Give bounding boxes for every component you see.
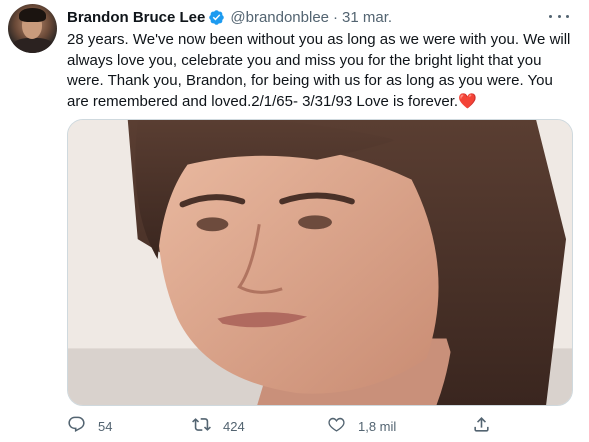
heart-icon [327,415,346,437]
more-dot [566,14,569,18]
reply-icon [67,415,86,437]
avatar-body-shape [12,38,54,53]
tweet-date[interactable]: 31 mar. [342,9,392,26]
author-avatar[interactable] [8,4,57,53]
share-icon [472,415,491,437]
author-handle[interactable]: @brandonblee [230,9,329,26]
tweet-actions: 54 424 1,8 mil [67,414,497,438]
header-separator: · [333,8,339,26]
tweet-photo[interactable] [67,119,573,406]
tweet-header: Brandon Bruce Lee @brandonblee · 31 mar. [67,7,392,27]
reply-button[interactable]: 54 [67,415,112,437]
portrait-illustration [68,120,572,405]
heart-emoji: ❤️ [458,92,477,110]
author-name[interactable]: Brandon Bruce Lee [67,9,205,26]
share-button[interactable] [472,415,491,437]
more-dot [557,14,561,18]
verified-badge-icon [208,9,225,26]
retweet-count: 424 [223,418,245,434]
reply-count: 54 [98,418,113,434]
retweet-button[interactable]: 424 [192,415,245,437]
like-count: 1,8 mil [358,418,397,434]
tweet-text: 28 years. We've now been without you as … [67,30,577,112]
like-button[interactable]: 1,8 mil [327,415,396,437]
more-options-icon[interactable] [549,8,569,24]
tweet-body: 28 years. We've now been without you as … [67,31,571,110]
more-dot [549,14,552,18]
avatar-hair-shape [19,8,46,22]
retweet-icon [192,415,211,437]
